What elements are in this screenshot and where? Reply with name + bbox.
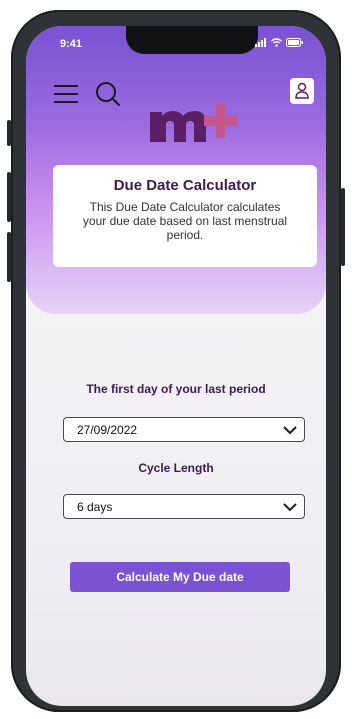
info-card: Due Date Calculator This Due Date Calcul… xyxy=(53,165,317,267)
brand-logo xyxy=(150,104,237,142)
cycle-length-value: 6 days xyxy=(77,499,113,514)
chevron-down-icon xyxy=(283,503,297,512)
cycle-length-label: Cycle Length xyxy=(138,461,214,475)
calculate-due-date-button[interactable]: Calculate My Due date xyxy=(70,562,290,592)
signal-icon xyxy=(255,38,266,47)
power-button xyxy=(341,188,345,266)
phone-screen: 9:41 Due Date Calculator This Due Date C… xyxy=(26,26,326,706)
phone-notch xyxy=(126,26,258,54)
app-screenshot: 9:41 Due Date Calculator This Due Date C… xyxy=(0,0,352,719)
search-icon[interactable] xyxy=(94,80,122,108)
wifi-icon xyxy=(271,38,282,47)
battery-icon xyxy=(286,38,303,47)
profile-button[interactable] xyxy=(290,78,314,104)
info-card-title: Due Date Calculator xyxy=(113,177,257,194)
hamburger-menu-icon[interactable] xyxy=(54,83,78,105)
period-date-label: The first day of your last period xyxy=(86,382,266,396)
period-date-value: 27/09/2022 xyxy=(77,422,138,437)
status-icons xyxy=(255,38,304,47)
user-profile-icon xyxy=(295,82,309,99)
info-card-description: This Due Date Calculator calculates your… xyxy=(82,200,288,242)
status-time: 9:41 xyxy=(60,38,83,50)
cycle-length-select[interactable]: 6 days xyxy=(63,494,305,519)
chevron-down-icon xyxy=(283,426,297,435)
period-date-select[interactable]: 27/09/2022 xyxy=(63,417,305,442)
